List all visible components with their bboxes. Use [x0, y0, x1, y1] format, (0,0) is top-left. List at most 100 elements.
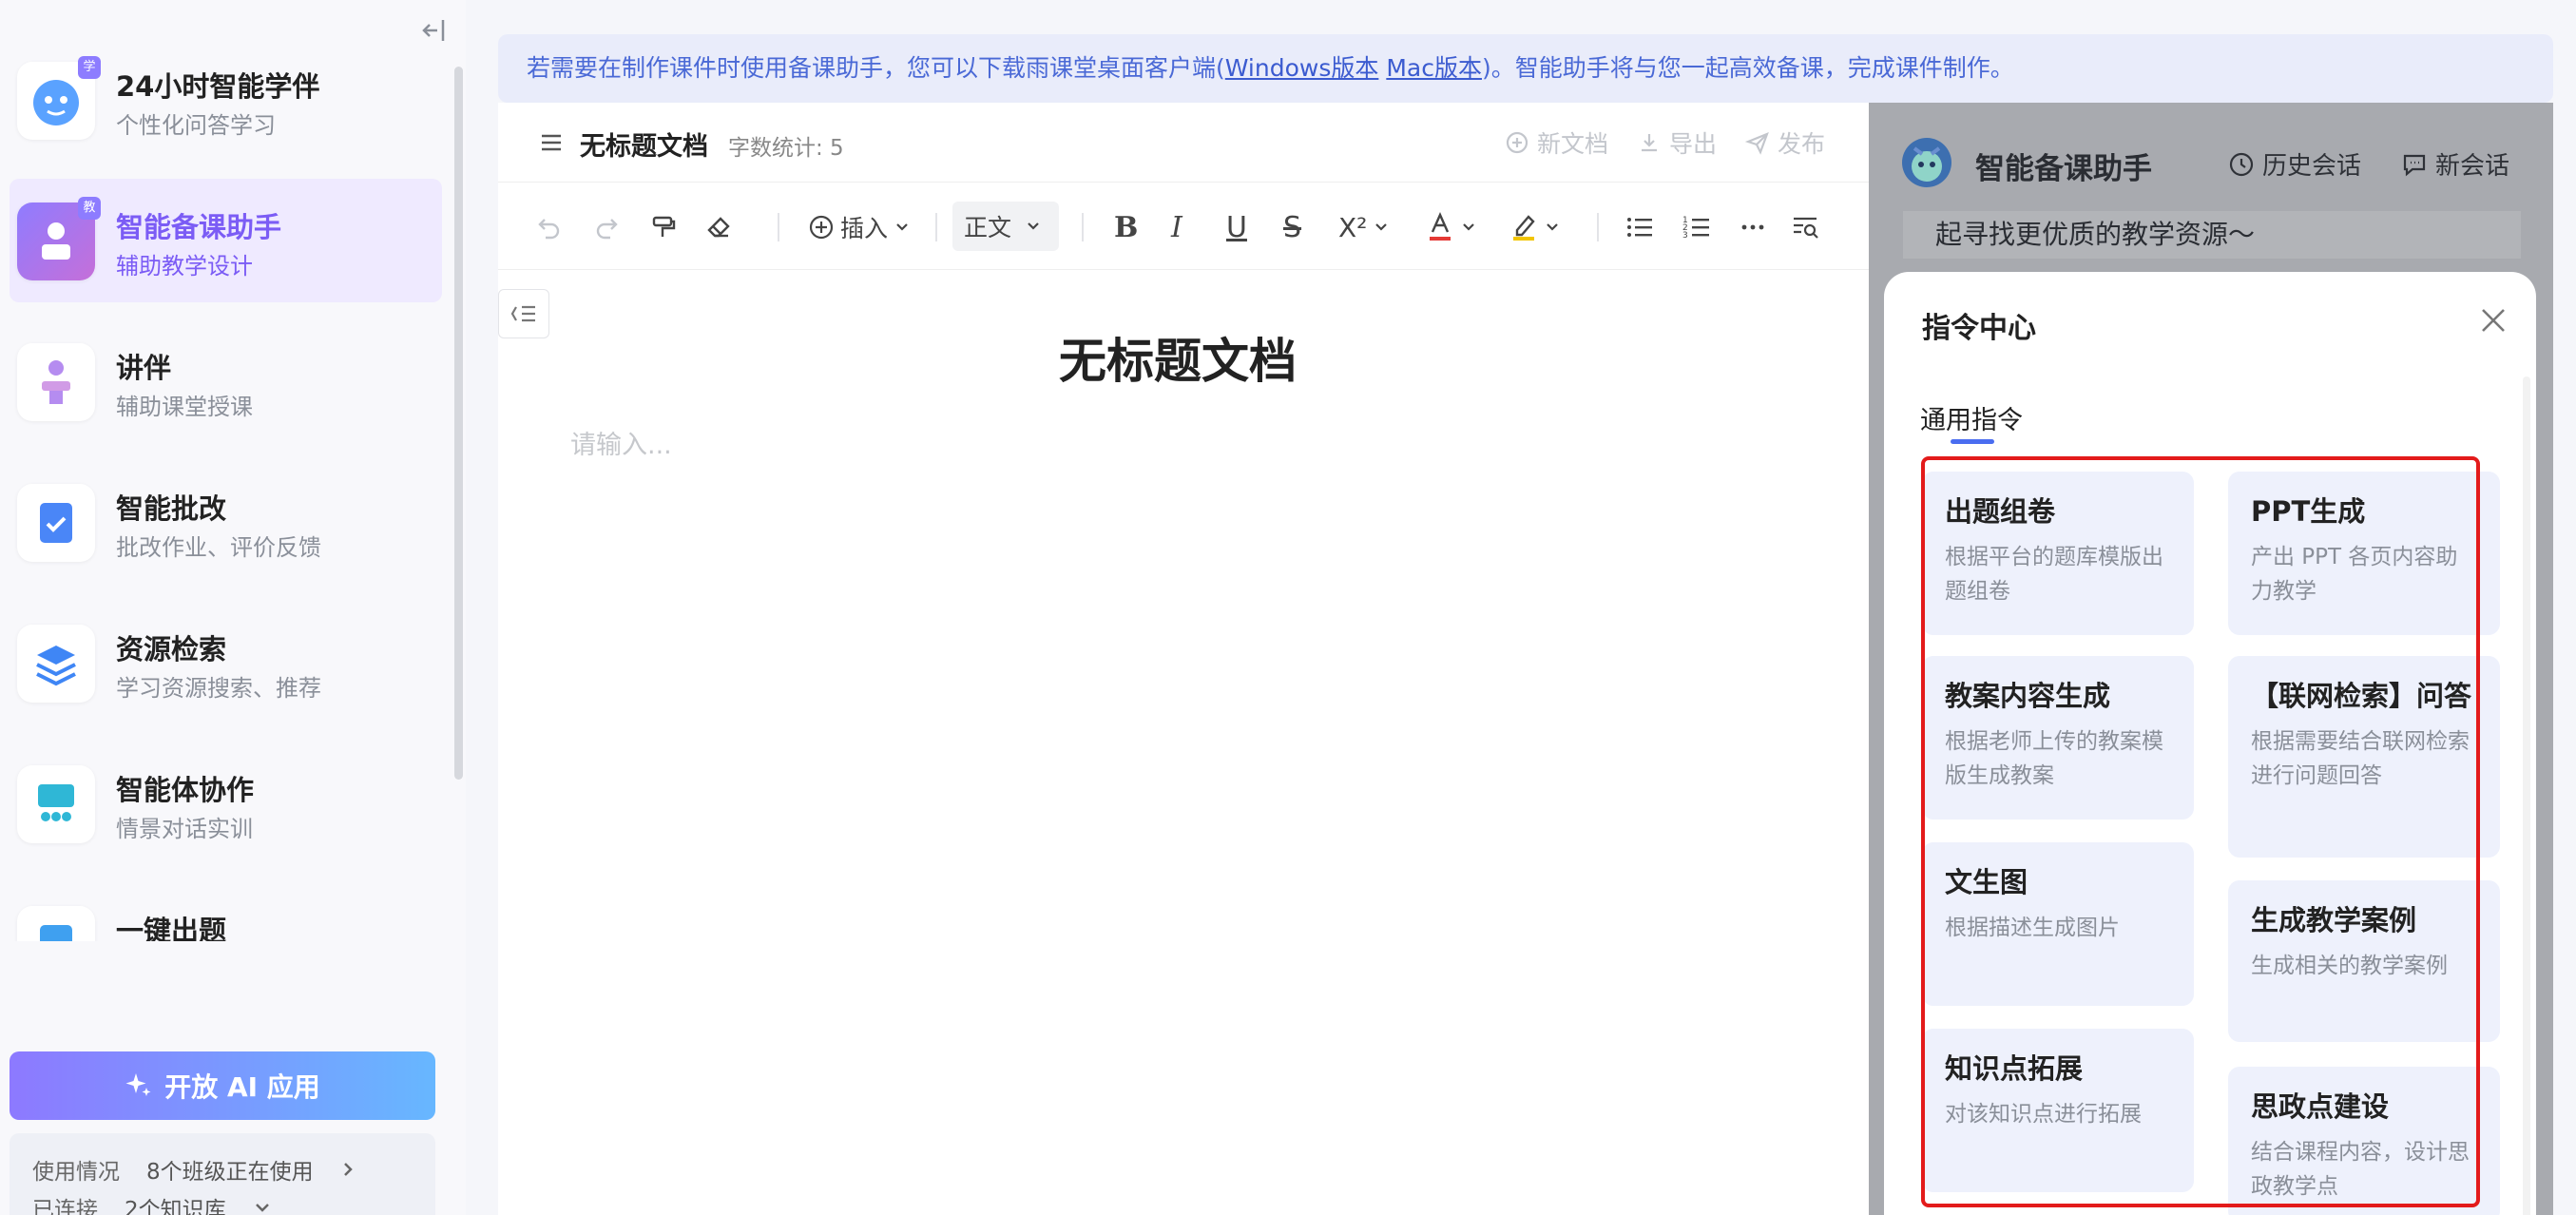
- usage-row[interactable]: 使用情况 8个班级正在使用: [32, 1150, 413, 1188]
- formatting-toolbar: 插入 正文 B I U S X² 123: [498, 183, 1869, 270]
- sidebar-item-title: 讲伴: [116, 352, 172, 384]
- layers-icon: [17, 625, 95, 703]
- export-button[interactable]: 导出: [1637, 125, 1717, 160]
- open-ai-apps-button[interactable]: 开放 AI 应用: [10, 1051, 435, 1120]
- history-chats-label: 历史会话: [2262, 152, 2362, 181]
- robot-icon: 学: [17, 56, 101, 140]
- sidebar-item-title: 智能体协作: [116, 774, 255, 806]
- menu-icon[interactable]: [538, 129, 565, 156]
- connected-value: 2个知识库: [125, 1198, 226, 1215]
- sidebar-item-title: 资源检索: [116, 633, 227, 665]
- sidebar-list: 学 24小时智能学伴 个性化问答学习 教 智能备课助手 辅助教学设计 讲伴 辅助…: [0, 38, 454, 941]
- command-list-scrollbar[interactable]: [2523, 376, 2530, 1215]
- sidebar-item-subtitle: 辅助课堂授课: [116, 394, 253, 420]
- banner-text-prefix: 若需要在制作课件时使用备课助手，您可以下载雨课堂桌面客户端(: [527, 54, 1225, 82]
- editor-header: 无标题文档 字数统计: 5 新文档 导出 发布: [498, 103, 1869, 183]
- tab-general-commands[interactable]: 通用指令: [1920, 399, 2023, 436]
- teacher-icon: 教: [17, 197, 101, 280]
- collab-icon: [17, 765, 95, 843]
- download-icon: [1637, 130, 1662, 155]
- command-center-title: 指令中心: [1922, 312, 2036, 345]
- clock-icon: [2228, 151, 2255, 178]
- document-heading[interactable]: 无标题文档: [498, 323, 1857, 392]
- badge: 教: [78, 197, 101, 220]
- redo-icon[interactable]: [593, 211, 620, 243]
- highlight-color-icon[interactable]: [1509, 211, 1561, 243]
- toolbar-divider: [1597, 213, 1599, 241]
- sidebar-item-lecture[interactable]: 讲伴 辅助课堂授课: [10, 319, 442, 443]
- paragraph-style-select[interactable]: 正文: [952, 202, 1059, 251]
- find-replace-icon[interactable]: [1791, 211, 1819, 243]
- sidebar-item-title: 智能备课助手: [116, 211, 282, 243]
- document-title[interactable]: 无标题文档: [580, 125, 708, 163]
- underline-icon[interactable]: U: [1226, 211, 1247, 244]
- send-icon: [1744, 130, 1770, 155]
- sidebar-item-lesson-assistant[interactable]: 教 智能备课助手 辅助教学设计: [10, 179, 442, 302]
- sidebar-item-title: 24小时智能学伴: [116, 70, 320, 103]
- chat-bubble-icon: [2401, 151, 2428, 178]
- sidebar-item-quick-quiz[interactable]: 一键出题: [10, 882, 442, 941]
- sidebar-item-title: 一键出题: [116, 915, 227, 941]
- bold-icon[interactable]: B: [1114, 211, 1138, 244]
- sidebar-item-subtitle: 批改作业、评价反馈: [116, 534, 321, 561]
- download-banner: 若需要在制作课件时使用备课助手，您可以下载雨课堂桌面客户端(Windows版本 …: [498, 34, 2553, 103]
- undo-icon[interactable]: [536, 211, 563, 243]
- close-icon[interactable]: [2477, 304, 2509, 337]
- paragraph-style-value: 正文: [964, 214, 1012, 241]
- assistant-header: 智能备课助手 历史会话 新会话: [1869, 103, 2553, 217]
- banner-text-suffix: )。智能助手将与您一起高效备课，完成课件制作。: [1481, 54, 2014, 82]
- sidebar-item-subtitle: 学习资源搜索、推荐: [116, 675, 321, 702]
- open-ai-apps-label: 开放 AI 应用: [164, 1071, 320, 1103]
- usage-panel: 使用情况 8个班级正在使用 已连接 2个知识库: [10, 1133, 435, 1215]
- italic-icon[interactable]: I: [1171, 211, 1182, 244]
- publish-label: 发布: [1777, 130, 1825, 158]
- export-label: 导出: [1668, 130, 1717, 158]
- font-color-icon[interactable]: [1426, 211, 1477, 243]
- new-document-button[interactable]: 新文档: [1505, 125, 1608, 160]
- plus-circle-icon: [808, 214, 835, 241]
- assistant-avatar-icon: [1899, 135, 1954, 190]
- mac-download-link[interactable]: Mac版本: [1386, 54, 1482, 82]
- superscript-icon[interactable]: X²: [1338, 211, 1390, 243]
- usage-label: 使用情况: [32, 1160, 120, 1185]
- grading-icon: [17, 484, 95, 562]
- new-chat-label: 新会话: [2435, 152, 2510, 181]
- sidebar-item-agent-collab[interactable]: 智能体协作 情景对话实训: [10, 742, 442, 865]
- eraser-icon[interactable]: [705, 211, 732, 243]
- history-chats-button[interactable]: 历史会话: [2228, 146, 2361, 182]
- bullet-list-icon[interactable]: [1625, 211, 1654, 243]
- plus-circle-icon: [1505, 130, 1529, 155]
- windows-download-link[interactable]: Windows版本: [1225, 54, 1379, 82]
- document-body-placeholder[interactable]: 请输入...: [570, 424, 672, 461]
- sidebar-item-grading[interactable]: 智能批改 批改作业、评价反馈: [10, 460, 442, 584]
- sidebar-item-resource-search[interactable]: 资源检索 学习资源搜索、推荐: [10, 601, 442, 724]
- sidebar-item-subtitle: 辅助教学设计: [116, 253, 253, 280]
- insert-button[interactable]: 插入: [808, 211, 911, 243]
- editor-actions: 新文档 导出 发布: [1505, 125, 1825, 160]
- sidebar-item-study-companion[interactable]: 学 24小时智能学伴 个性化问答学习: [10, 38, 442, 162]
- sidebar-item-subtitle: 情景对话实训: [116, 816, 253, 842]
- sidebar-scrollbar[interactable]: [454, 67, 463, 780]
- chevron-down-icon: [894, 219, 911, 236]
- badge: 学: [78, 56, 101, 79]
- active-tab-indicator: [1951, 439, 1994, 444]
- sparkle-icon: [125, 1071, 153, 1100]
- new-chat-button[interactable]: 新会话: [2401, 146, 2509, 182]
- lecturer-icon: [17, 343, 95, 421]
- quiz-icon: [17, 906, 95, 941]
- connected-row[interactable]: 已连接 2个知识库: [32, 1188, 413, 1215]
- chevron-down-icon: [253, 1200, 272, 1215]
- more-icon[interactable]: [1740, 211, 1766, 243]
- numbered-list-icon[interactable]: 123: [1682, 211, 1711, 243]
- sidebar-item-subtitle: 个性化问答学习: [116, 112, 276, 139]
- insert-label: 插入: [840, 215, 889, 242]
- chevron-right-icon: [340, 1160, 356, 1179]
- connected-label: 已连接: [32, 1198, 98, 1215]
- assistant-title: 智能备课助手: [1975, 152, 2152, 186]
- word-count: 字数统计: 5: [728, 136, 844, 161]
- format-painter-icon[interactable]: [650, 211, 677, 243]
- chevron-down-icon: [1025, 218, 1042, 235]
- toolbar-divider: [1082, 213, 1084, 241]
- publish-button[interactable]: 发布: [1744, 125, 1825, 160]
- strikethrough-icon[interactable]: S: [1283, 211, 1301, 244]
